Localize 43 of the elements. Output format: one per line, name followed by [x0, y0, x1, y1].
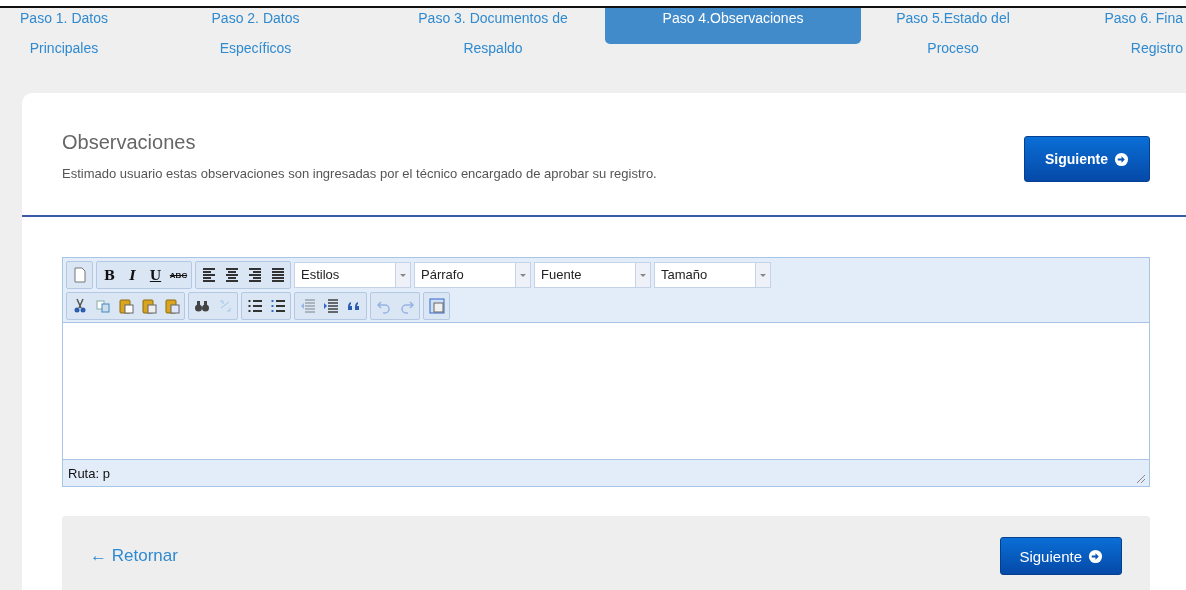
step-tab[interactable]: Paso 1. Datos Principales: [0, 8, 128, 59]
bullet-list-icon: [246, 298, 263, 314]
undo-icon: [375, 298, 392, 314]
align-justify-icon: [269, 267, 286, 283]
find-icon: [193, 298, 210, 314]
toolbar-button[interactable]: I: [121, 263, 144, 287]
next-button[interactable]: Siguiente: [1024, 136, 1150, 182]
format-dropdown[interactable]: Párrafo: [414, 262, 531, 288]
format-dropdown[interactable]: Estilos: [294, 262, 411, 288]
caret-icon: [759, 271, 767, 279]
step-tab[interactable]: Paso 2. Datos Específicos: [128, 8, 383, 59]
arrow-circle-icon: [1088, 548, 1103, 564]
step-tab[interactable]: Paso 6. Fina Registro: [1043, 8, 1183, 59]
new-document-icon: [71, 267, 88, 283]
toolbar-button[interactable]: U: [144, 263, 167, 287]
numbered-list-icon: [269, 298, 286, 314]
next-button[interactable]: Siguiente: [1000, 537, 1122, 575]
align-left-icon: [200, 267, 217, 283]
template-icon: [428, 298, 445, 314]
section-description: Estimado usuario estas observaciones son ingresadas por el técnico encargado de aprobar su registro.: [62, 166, 657, 181]
copy-icon: [94, 298, 111, 314]
paste-word-icon: [163, 298, 180, 314]
step-tab[interactable]: Paso 3. Documentos de Respaldo: [383, 8, 603, 59]
paste-text-icon: [140, 298, 157, 314]
indent-icon: [322, 298, 339, 314]
align-center-icon: [223, 267, 240, 283]
redo-icon: [398, 298, 415, 314]
format-dropdown[interactable]: Tamaño: [654, 262, 771, 288]
resize-grip-icon[interactable]: [1136, 474, 1146, 484]
step-tab[interactable]: Paso 4.Observaciones: [605, 8, 861, 44]
align-right-icon: [246, 267, 263, 283]
toolbar-button[interactable]: B: [98, 263, 121, 287]
caret-icon: [639, 271, 647, 279]
arrow-circle-icon: [1114, 151, 1129, 167]
caret-icon: [519, 271, 527, 279]
section-title: Observaciones: [62, 131, 197, 154]
step-tab[interactable]: Paso 5.Estado del Proceso: [863, 8, 1043, 59]
element-path: Ruta: p: [68, 465, 110, 481]
toolbar-button[interactable]: ABC: [167, 263, 190, 287]
paste-icon: [117, 298, 134, 314]
caret-icon: [399, 271, 407, 279]
format-dropdown[interactable]: Fuente: [534, 262, 651, 288]
outdent-icon: [299, 298, 316, 314]
